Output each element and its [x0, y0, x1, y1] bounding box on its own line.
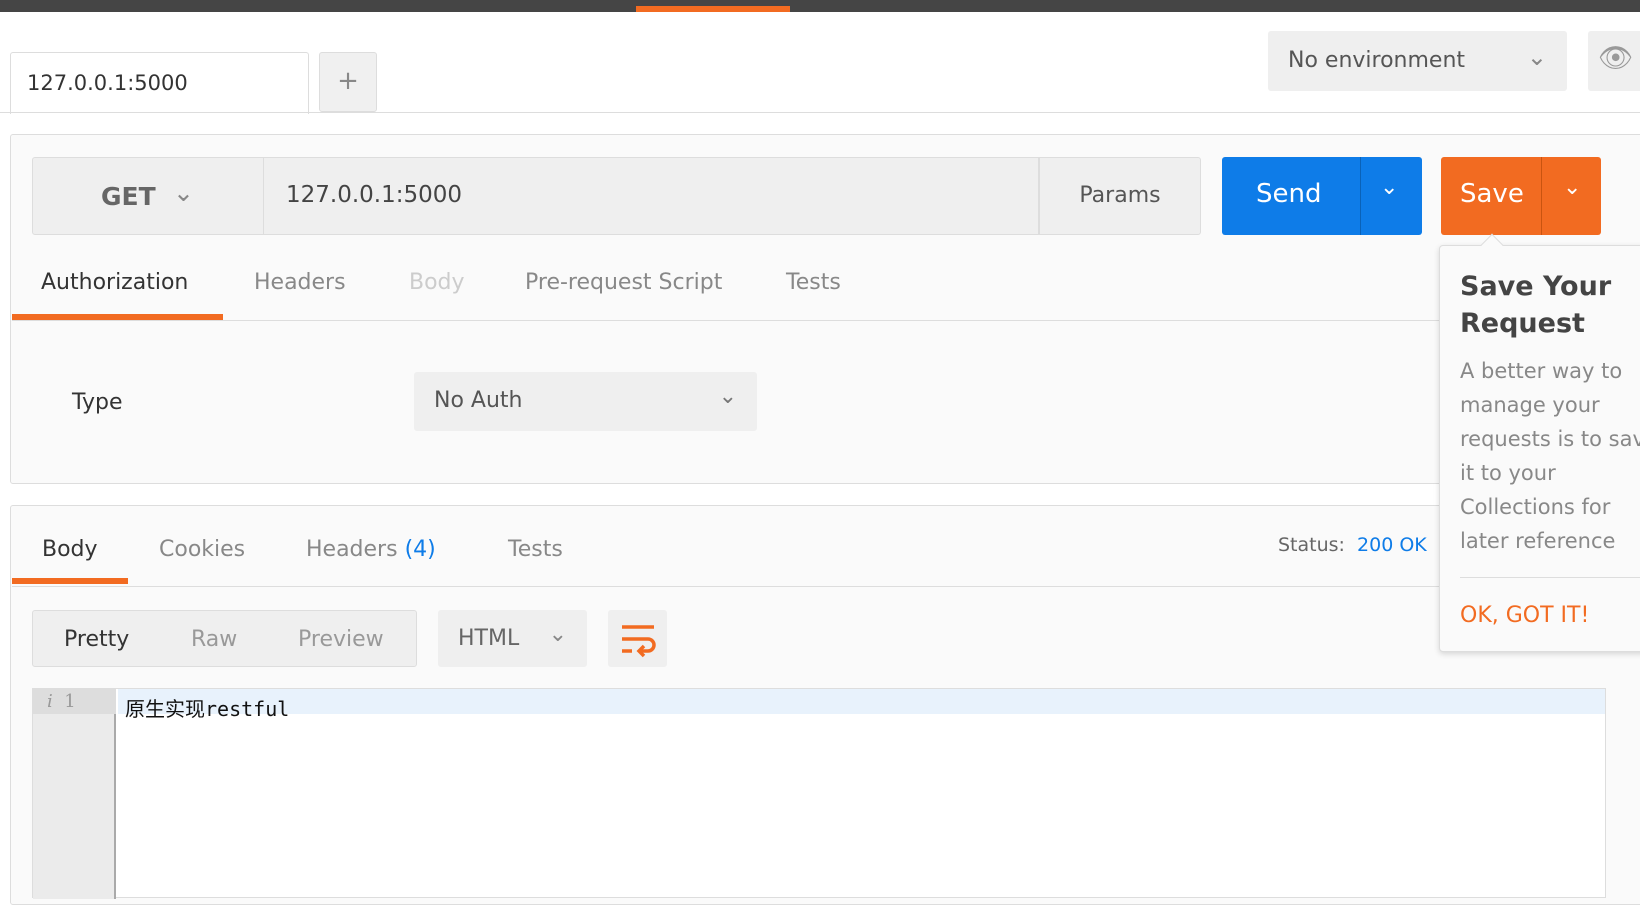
request-tab[interactable]: 127.0.0.1:5000 — [10, 52, 309, 114]
headers-count-badge: (4) — [404, 537, 436, 562]
tab-label: Headers — [306, 537, 398, 562]
tab-tests[interactable]: Tests — [786, 270, 841, 295]
info-icon: i — [47, 691, 53, 712]
environment-value: No environment — [1288, 48, 1466, 73]
response-status: Status: 200 OK — [1278, 534, 1427, 556]
save-request-popover: Save Your Request A better way to manage… — [1439, 233, 1640, 652]
popover-title: Save Your Request — [1460, 271, 1612, 339]
language-value: HTML — [458, 626, 520, 651]
auth-type-label: Type — [72, 390, 123, 415]
status-label: Status: — [1278, 534, 1345, 556]
send-label: Send — [1256, 179, 1322, 209]
line-number: i 1 — [33, 689, 116, 714]
tab-headers[interactable]: Headers — [254, 270, 346, 295]
tab-pre-request-script[interactable]: Pre-request Script — [525, 270, 722, 295]
chevron-down-icon: ⌄ — [548, 622, 567, 647]
divider — [1541, 157, 1542, 235]
wrap-lines-icon[interactable] — [608, 610, 667, 667]
response-body-editor[interactable]: i 1 原生实现restful — [32, 688, 1606, 899]
environment-select[interactable]: No environment ⌄ — [1268, 31, 1567, 91]
chevron-down-icon: ⌄ — [718, 384, 737, 409]
window-top-bar — [0, 0, 1640, 12]
popover-body: A better way to manage your requests is … — [1460, 359, 1640, 553]
chevron-down-icon: ⌄ — [173, 178, 194, 207]
save-options-chevron-icon[interactable]: ⌄ — [1563, 175, 1581, 200]
line-gutter — [33, 689, 116, 899]
params-button[interactable]: Params — [1039, 157, 1201, 235]
code-line: 原生实现restful — [125, 697, 290, 721]
ok-got-it-button[interactable]: OK, GOT IT! — [1460, 603, 1589, 628]
new-tab-button[interactable]: + — [319, 52, 377, 112]
language-select[interactable]: HTML ⌄ — [438, 610, 587, 667]
active-line-highlight — [118, 689, 1605, 714]
format-pretty[interactable]: Pretty — [64, 627, 129, 652]
format-raw[interactable]: Raw — [191, 627, 237, 652]
send-button[interactable]: Send ⌄ — [1222, 157, 1422, 235]
send-options-chevron-icon[interactable]: ⌄ — [1380, 175, 1398, 200]
tab-divider — [0, 112, 1640, 113]
save-label: Save — [1460, 179, 1524, 209]
eye-icon[interactable]: 👁 — [1588, 31, 1640, 91]
auth-type-select[interactable]: No Auth ⌄ — [414, 372, 757, 431]
tab-body[interactable]: Body — [409, 270, 465, 295]
auth-type-value: No Auth — [434, 388, 523, 413]
tab-authorization[interactable]: Authorization — [41, 270, 188, 295]
method-select[interactable]: GET ⌄ — [32, 157, 264, 235]
format-preview[interactable]: Preview — [298, 627, 384, 652]
tab-response-tests[interactable]: Tests — [508, 537, 563, 562]
url-input[interactable]: 127.0.0.1:5000 — [264, 157, 1039, 235]
active-tab-underline — [12, 578, 128, 584]
status-value: 200 OK — [1357, 534, 1427, 556]
tab-response-headers[interactable]: Headers (4) — [306, 537, 436, 562]
divider — [1360, 157, 1361, 235]
save-button[interactable]: Save ⌄ — [1441, 157, 1601, 235]
format-tabs: Pretty Raw Preview — [32, 610, 417, 667]
tabs-divider — [12, 586, 1442, 587]
active-indicator — [636, 6, 790, 12]
tabs-divider — [12, 320, 1442, 321]
line-number-value: 1 — [64, 691, 76, 712]
popover-divider — [1460, 577, 1640, 578]
tab-response-body[interactable]: Body — [42, 537, 98, 562]
method-value: GET — [101, 182, 156, 211]
tab-cookies[interactable]: Cookies — [159, 537, 245, 562]
chevron-down-icon: ⌄ — [1526, 43, 1547, 71]
